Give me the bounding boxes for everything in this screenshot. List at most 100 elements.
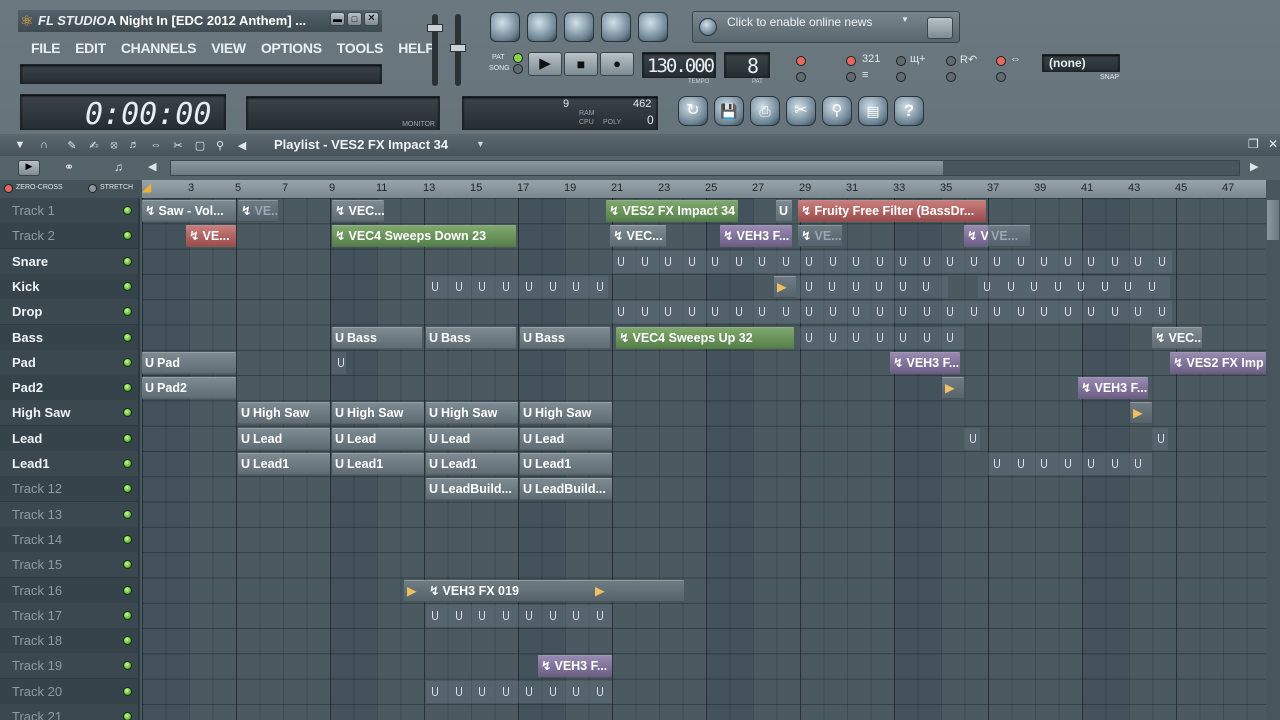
track-mute-led-icon[interactable] (123, 636, 132, 646)
track-header[interactable]: Track 21 (0, 704, 138, 720)
zoom-tool-icon[interactable]: ⚲ (210, 136, 230, 154)
step-sequencer-icon[interactable] (527, 12, 557, 42)
pattern-strip[interactable] (612, 301, 1172, 324)
track-mute-led-icon[interactable] (123, 332, 132, 342)
playback-tool-icon[interactable]: ◀ (232, 136, 252, 154)
automation-marker-icon[interactable]: ▶ (942, 377, 964, 400)
loop-record-led[interactable] (996, 56, 1006, 66)
playlist-clip[interactable]: U (776, 200, 792, 222)
track-mute-led-icon[interactable] (123, 383, 132, 393)
playlist-clip[interactable]: ↯ VEC4 Sweeps Down 23 (332, 225, 516, 248)
playlist-clip[interactable]: U High Saw (332, 402, 424, 425)
bar-ruler[interactable]: ◢ 3 5 7 9 11 13 15 17 19 21 23 25 27 29 31 33 35 37 39 41 43… (142, 180, 1280, 198)
pattern-strip[interactable] (426, 275, 608, 298)
browse-tracks-icon[interactable]: ▶ (18, 160, 40, 176)
wait-icon[interactable]: ≡ (862, 69, 868, 81)
undo-icon[interactable]: ↻ (678, 96, 708, 126)
tempo-display[interactable]: 130.000 (642, 52, 716, 78)
cut-icon[interactable]: ✂ (786, 96, 816, 126)
playlist-clip[interactable]: ↯VE... (238, 200, 278, 222)
track-header[interactable]: Track 12 (0, 476, 138, 502)
automation-marker-icon[interactable]: ▶ (774, 275, 796, 298)
playlist-clip[interactable]: ↯ VEH3 F... (890, 351, 960, 374)
export-icon[interactable]: ⎙ (750, 96, 780, 126)
track-mute-led-icon[interactable] (123, 661, 132, 671)
playlist-clip[interactable]: U Lead (332, 427, 424, 450)
pattern-strip[interactable] (800, 326, 964, 349)
online-news-panel[interactable]: Click to enable online news ▼ (692, 11, 960, 43)
playlist-clip[interactable]: ↯ VEH3 F... (1078, 377, 1148, 400)
scroll-right-icon[interactable]: ▶ (1250, 160, 1258, 173)
track-mute-led-icon[interactable] (123, 408, 132, 418)
track-header[interactable]: Lead1 (0, 451, 138, 476)
step-edit-led[interactable] (896, 56, 906, 66)
track-header[interactable]: Drop (0, 299, 138, 325)
horizontal-scrollbar[interactable] (170, 160, 1240, 176)
track-header[interactable]: Track 18 (0, 628, 138, 654)
track-mute-led-icon[interactable] (123, 712, 132, 720)
magnet-icon[interactable]: ∩ (34, 136, 54, 154)
multilink-led[interactable] (946, 72, 956, 82)
playlist-clip[interactable]: U Lead1 (332, 453, 424, 475)
track-header[interactable]: Track 2 (0, 223, 138, 249)
delete-tool-icon[interactable]: ⦻ (104, 136, 124, 154)
wait-led[interactable] (846, 72, 856, 82)
mixer-icon[interactable] (638, 12, 668, 42)
playlist-clip[interactable]: U High Saw (520, 402, 612, 425)
track-mute-led-icon[interactable] (123, 534, 132, 544)
playlist-clip[interactable]: ↯ VES2 FX Imp (1170, 351, 1266, 374)
overdub-led[interactable] (996, 72, 1006, 82)
track-mute-led-icon[interactable] (123, 256, 132, 266)
track-header[interactable]: Track 14 (0, 526, 138, 552)
stop-button[interactable]: ■ (564, 52, 598, 76)
playhead-marker[interactable]: ◢ (142, 180, 151, 194)
maximize-button[interactable]: □ (347, 12, 362, 26)
pattern-strip[interactable] (426, 604, 612, 627)
pattern-strip[interactable] (1152, 427, 1168, 450)
track-header[interactable]: Track 1 (0, 198, 138, 223)
auto-scroll-led[interactable] (896, 72, 906, 82)
play-button[interactable]: ▶ (528, 52, 562, 76)
track-mute-led-icon[interactable] (123, 459, 132, 468)
draw-tool-icon[interactable]: ✎ (62, 136, 82, 154)
track-mute-led-icon[interactable] (123, 281, 132, 291)
playlist-clip[interactable]: U High Saw (426, 402, 518, 425)
track-header[interactable]: Track 15 (0, 552, 138, 578)
playlist-clip[interactable]: ↯ Saw - Vol... (142, 200, 236, 222)
pat-mode-led[interactable] (513, 53, 523, 63)
playlist-clip[interactable]: U Lead1 (238, 453, 330, 475)
notes-icon[interactable]: ▤ (858, 96, 888, 126)
menu-options[interactable]: OPTIONS (261, 40, 322, 56)
pattern-strip[interactable] (964, 427, 980, 450)
menu-file[interactable]: FILE (31, 40, 60, 56)
close-playlist-icon[interactable]: ✕ (1268, 137, 1278, 151)
track-mute-led-icon[interactable] (123, 509, 132, 519)
loop-record-icon[interactable]: ⇔ (1010, 53, 1021, 65)
track-mute-led-icon[interactable] (123, 433, 132, 443)
minimize-button[interactable]: ▬ (330, 12, 345, 26)
pattern-display[interactable]: 8 (724, 52, 770, 78)
track-header[interactable]: Pad2 (0, 375, 138, 401)
browser-icon[interactable] (601, 12, 631, 42)
playlist-window-icon[interactable] (490, 12, 520, 42)
pattern-strip[interactable] (988, 453, 1152, 475)
playlist-clip[interactable]: ↯ VEC... (332, 200, 384, 222)
pattern-strip[interactable] (776, 275, 948, 298)
playlist-clip[interactable]: U Pad2 (142, 377, 236, 400)
playlist-clip[interactable]: ↯VE... (798, 225, 842, 248)
playlist-clip[interactable]: ↯VE... (186, 225, 236, 248)
slip-tool-icon[interactable]: ⇔ (146, 136, 166, 154)
help-icon[interactable]: ? (894, 96, 924, 126)
save-icon[interactable]: 💾 (714, 96, 744, 126)
playlist-clip[interactable]: VE... (988, 225, 1030, 248)
playlist-clip[interactable]: U Bass (426, 326, 516, 349)
playlist-clip[interactable]: ↯ V (964, 225, 988, 248)
recording-led[interactable] (946, 56, 956, 66)
playlist-clip[interactable]: ↯ VEH3 FX 019 (426, 579, 684, 602)
track-header[interactable]: High Saw (0, 400, 138, 426)
playlist-clip[interactable]: U Lead (520, 427, 612, 450)
track-mute-led-icon[interactable] (123, 357, 132, 367)
playlist-clip[interactable]: U High Saw (238, 402, 330, 425)
track-header[interactable]: Track 20 (0, 678, 138, 704)
playlist-clip[interactable]: U LeadBuild... (426, 478, 518, 501)
